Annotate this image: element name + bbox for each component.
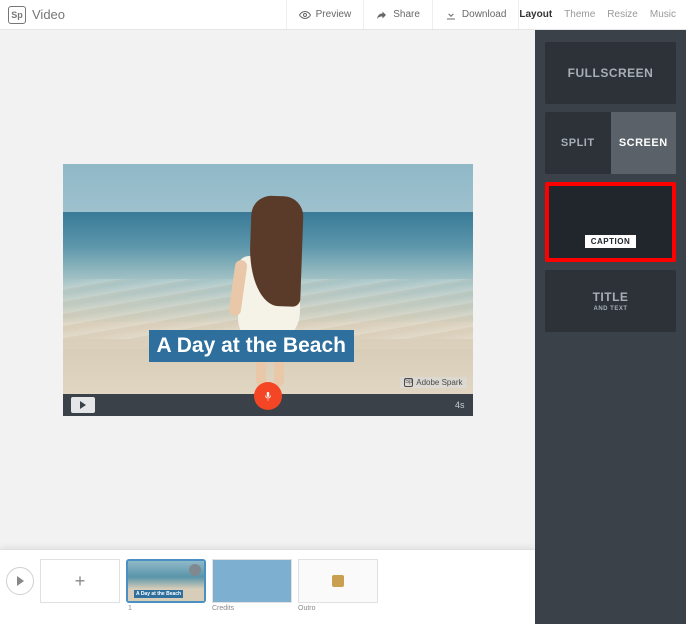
clip-duration: 4s <box>455 400 465 410</box>
panel-spacer <box>545 340 676 612</box>
title-main-label: TITLE <box>593 290 629 304</box>
playbar: 4s <box>63 394 473 416</box>
record-voiceover-button[interactable] <box>254 382 282 410</box>
canvas-area: A Day at the Beach Sp Adobe Spark 4s <box>0 30 535 549</box>
app-title: Video <box>32 7 65 22</box>
timeline-clip[interactable]: A Day at the Beach 1 <box>126 559 206 612</box>
share-icon <box>376 9 388 21</box>
caption-overlay[interactable]: A Day at the Beach <box>149 330 354 362</box>
download-icon <box>445 9 457 21</box>
thumbnail-image <box>213 560 291 602</box>
app-header: Sp Video Preview Share Download Layout T… <box>0 0 686 30</box>
share-label: Share <box>393 9 420 20</box>
layout-option-fullscreen[interactable]: FULLSCREEN <box>545 42 676 104</box>
split-left-label: SPLIT <box>545 112 611 174</box>
clip-label: Credits <box>212 605 292 612</box>
tab-theme[interactable]: Theme <box>564 9 595 20</box>
caption-label: CAPTION <box>585 235 637 248</box>
clip-menu-icon[interactable] <box>189 564 201 576</box>
outro-icon <box>332 575 344 587</box>
timeline-clip[interactable]: Credits <box>212 559 292 612</box>
video-stage[interactable]: A Day at the Beach Sp Adobe Spark <box>63 164 473 394</box>
title-sub-label: AND TEXT <box>594 306 628 312</box>
layout-panel: FULLSCREEN SPLIT SCREEN CAPTION TITLE AN… <box>535 30 686 624</box>
microphone-icon <box>263 389 273 403</box>
play-button[interactable] <box>71 397 95 413</box>
timeline: + A Day at the Beach 1 Credits Outro <box>0 549 535 624</box>
download-label: Download <box>462 9 506 20</box>
eye-icon <box>299 9 311 21</box>
watermark-logo-icon: Sp <box>404 378 413 387</box>
thumbnail-caption: A Day at the Beach <box>134 590 183 598</box>
clip-thumbnail[interactable] <box>298 559 378 603</box>
split-right-label: SCREEN <box>611 112 677 174</box>
watermark: Sp Adobe Spark <box>400 377 466 388</box>
app-logo-icon: Sp <box>8 6 26 24</box>
download-button[interactable]: Download <box>432 0 519 29</box>
clip-label: Outro <box>298 605 378 612</box>
add-slide-button[interactable]: + <box>40 559 120 603</box>
preview-button[interactable]: Preview <box>286 0 364 29</box>
header-actions: Preview Share Download <box>286 0 520 29</box>
tab-resize[interactable]: Resize <box>607 9 638 20</box>
play-icon <box>80 401 86 409</box>
share-button[interactable]: Share <box>363 0 432 29</box>
thumbnail-image <box>299 560 377 602</box>
tab-music[interactable]: Music <box>650 9 676 20</box>
layout-option-title[interactable]: TITLE AND TEXT <box>545 270 676 332</box>
tab-layout[interactable]: Layout <box>519 9 552 20</box>
layout-label: FULLSCREEN <box>568 66 654 80</box>
logo-group: Sp Video <box>0 6 65 24</box>
timeline-clip[interactable]: Outro <box>298 559 378 612</box>
layout-option-splitscreen[interactable]: SPLIT SCREEN <box>545 112 676 174</box>
layout-option-caption[interactable]: CAPTION <box>545 182 676 262</box>
timeline-play-button[interactable] <box>6 567 34 595</box>
plus-icon: + <box>75 571 86 592</box>
play-icon <box>17 576 24 586</box>
preview-label: Preview <box>316 9 352 20</box>
menu-tabs: Layout Theme Resize Music <box>519 0 686 29</box>
watermark-text: Adobe Spark <box>416 378 462 387</box>
clip-number: 1 <box>128 605 206 612</box>
stage-wrap: A Day at the Beach Sp Adobe Spark 4s <box>63 164 473 416</box>
clip-thumbnail[interactable] <box>212 559 292 603</box>
clip-thumbnail[interactable]: A Day at the Beach <box>126 559 206 603</box>
